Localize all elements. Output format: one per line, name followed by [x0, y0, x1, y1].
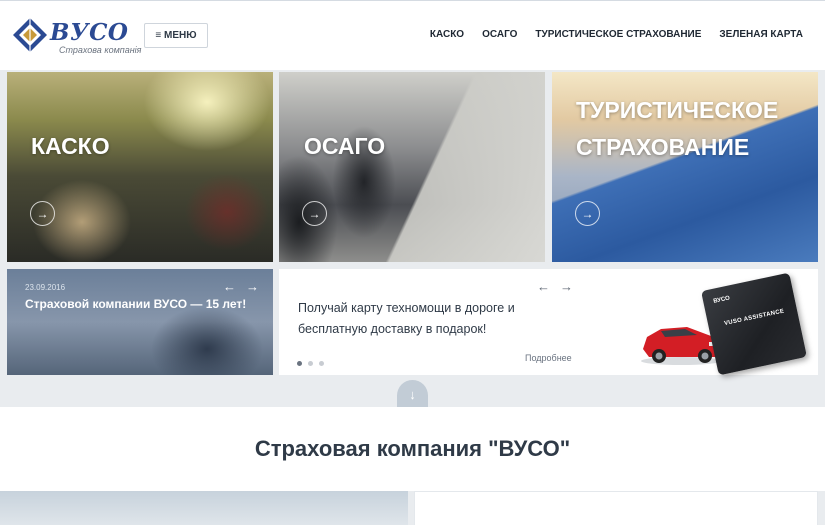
assistance-card-image: ВУСО VUSO ASSISTANCE [701, 272, 807, 376]
promo-arrows: ← → [537, 279, 573, 294]
slider-dot-3[interactable] [319, 361, 324, 366]
promo-slider: ← → Получай карту техномощи в дороге и б… [279, 269, 818, 376]
slider-dots [297, 361, 324, 366]
tile-kasko-arrow-icon[interactable]: → [30, 201, 55, 226]
card-name: VUSO ASSISTANCE [723, 308, 785, 328]
logo-subtitle: Страхова компанія [59, 45, 142, 55]
tile-travel-arrow-icon[interactable]: → [575, 201, 600, 226]
menu-button[interactable]: ≡ МЕНЮ [144, 23, 208, 48]
logo-name: ВУСО [50, 19, 129, 46]
slider-dot-1[interactable] [297, 361, 302, 366]
nav-link-green-card[interactable]: ЗЕЛЕНАЯ КАРТА [719, 29, 803, 40]
news-next-arrow-icon[interactable]: → [246, 279, 259, 294]
logo[interactable]: ВУСО Страхова компанія [12, 17, 141, 57]
company-section: Страховая компания "ВУСО" [0, 407, 825, 525]
card-brand: ВУСО [712, 295, 731, 305]
news-slider[interactable]: 23.09.2016 Страховой компании ВУСО — 15 … [7, 269, 273, 375]
section-content-box [414, 491, 818, 525]
nav-link-travel-insurance[interactable]: ТУРИСТИЧЕСКОЕ СТРАХОВАНИЕ [535, 29, 701, 40]
news-headline[interactable]: Страховой компании ВУСО — 15 лет! [25, 297, 246, 311]
tile-kasko-title: КАСКО [31, 133, 110, 159]
promo-text: Получай карту техномощи в дороге и беспл… [298, 301, 515, 336]
section-title: Страховая компания "ВУСО" [254, 436, 571, 461]
news-prev-arrow-icon[interactable]: ← [223, 279, 236, 294]
tile-osago-title: ОСАГО [304, 133, 386, 159]
promo-more-link[interactable]: Подробнее [525, 353, 572, 363]
nav-link-osago[interactable]: ОСАГО [482, 29, 517, 40]
tile-osago[interactable]: ОСАГО → [279, 72, 545, 262]
tile-kasko[interactable]: КАСКО → [7, 72, 273, 262]
main-nav: КАСКО ОСАГО ТУРИСТИЧЕСКОЕ СТРАХОВАНИЕ ЗЕ… [430, 29, 803, 40]
section-sky-image [0, 491, 408, 525]
news-arrows: ← → [223, 279, 259, 294]
scroll-down-arrow-icon[interactable]: ↓ [397, 380, 428, 408]
promo-prev-arrow-icon[interactable]: ← [537, 279, 550, 294]
site-header: ВУСО Страхова компанія ≡ МЕНЮ КАСКО ОСАГ… [0, 0, 825, 70]
tile-travel-title-line1: ТУРИСТИЧЕСКОЕ [576, 97, 779, 123]
tile-osago-arrow-icon[interactable]: → [302, 201, 327, 226]
nav-link-kasko[interactable]: КАСКО [430, 29, 464, 40]
slider-dot-2[interactable] [308, 361, 313, 366]
tile-travel-insurance[interactable]: ТУРИСТИЧЕСКОЕ СТРАХОВАНИЕ → [552, 72, 818, 262]
tile-travel-title-line2: СТРАХОВАНИЕ [576, 134, 750, 160]
logo-mark-icon [13, 18, 47, 52]
news-date: 23.09.2016 [25, 283, 66, 292]
promo-next-arrow-icon[interactable]: → [560, 279, 573, 294]
